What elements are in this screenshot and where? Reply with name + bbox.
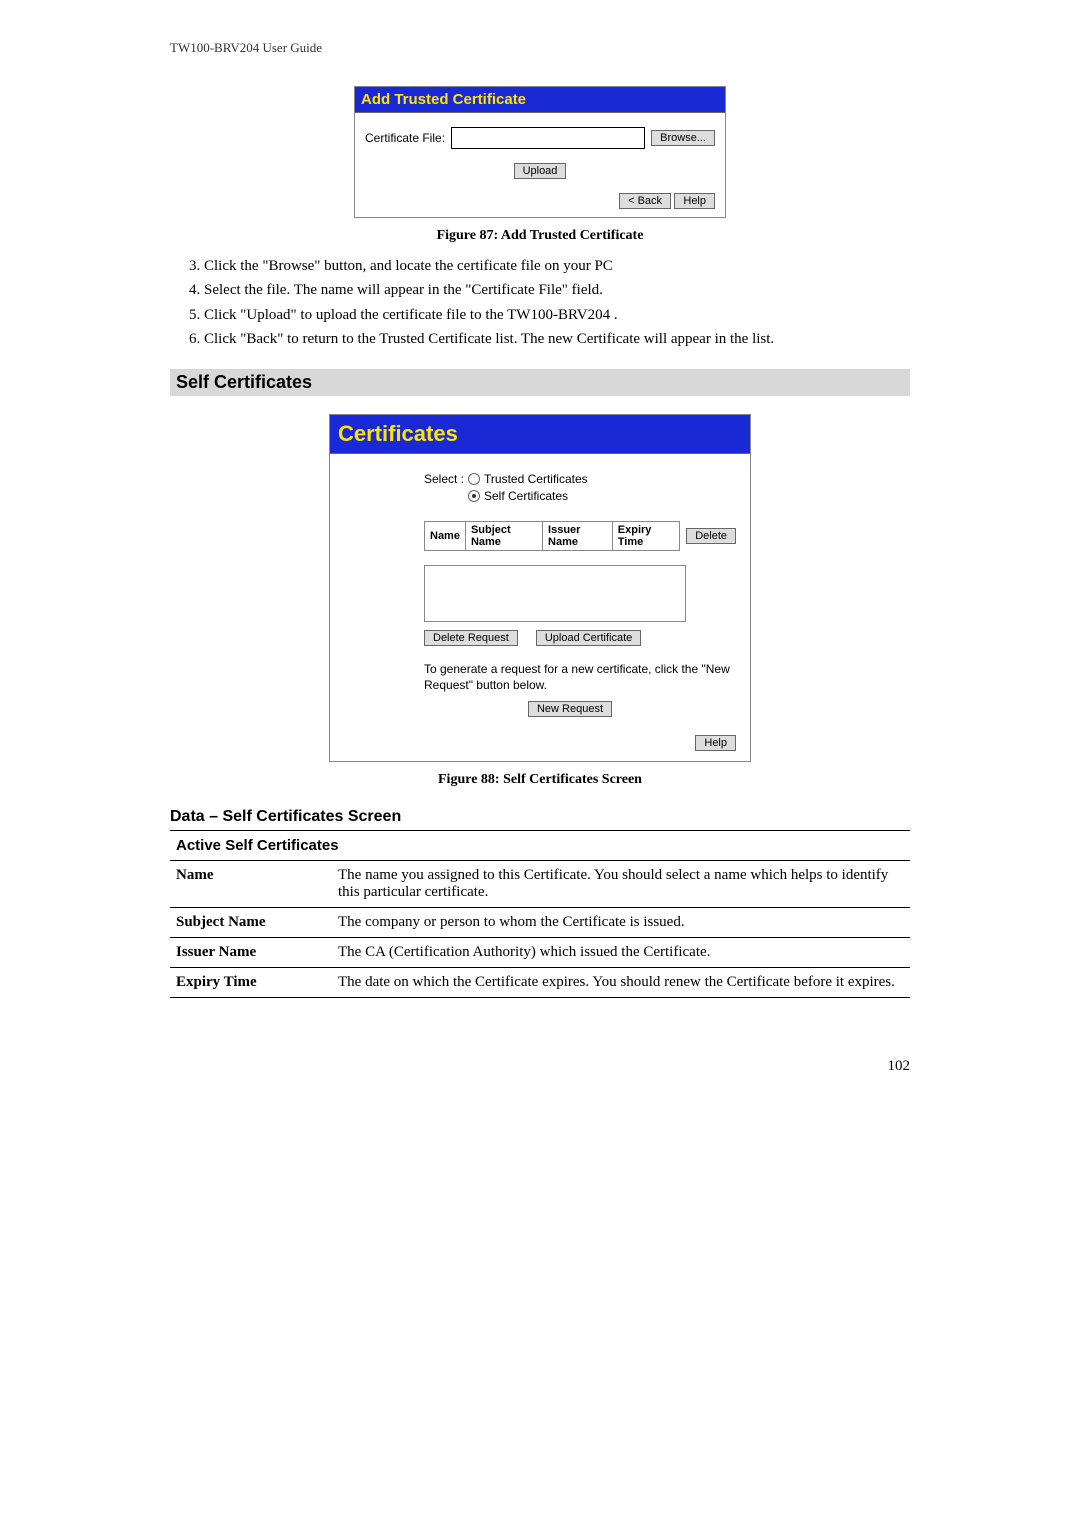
fig87-caption: Figure 87: Add Trusted Certificate — [170, 228, 910, 244]
radio-self[interactable] — [468, 490, 480, 502]
row-desc: The date on which the Certificate expire… — [332, 968, 910, 998]
col-name: Name — [425, 522, 466, 551]
instruction-list: Click the "Browse" button, and locate th… — [176, 256, 910, 349]
delete-request-button[interactable]: Delete Request — [424, 630, 518, 646]
instruction-step: Click "Back" to return to the Trusted Ce… — [204, 329, 910, 349]
page-number: 102 — [170, 1058, 910, 1075]
help-button-fig88[interactable]: Help — [695, 735, 736, 751]
row-label: Subject Name — [170, 908, 332, 938]
data-table: Active Self Certificates Name The name y… — [170, 830, 910, 998]
row-desc: The CA (Certification Authority) which i… — [332, 938, 910, 968]
fig87-title: Add Trusted Certificate — [355, 87, 725, 113]
select-label: Select : — [424, 472, 464, 486]
instruction-step: Click the "Browse" button, and locate th… — [204, 256, 910, 276]
radio-trusted-label: Trusted Certificates — [484, 472, 588, 486]
certificates-table: Name Subject Name Issuer Name Expiry Tim… — [424, 521, 680, 551]
doc-header: TW100-BRV204 User Guide — [170, 40, 910, 56]
help-button[interactable]: Help — [674, 193, 715, 209]
certificate-file-input[interactable] — [451, 127, 645, 149]
fig87-panel: Add Trusted Certificate Certificate File… — [354, 86, 726, 218]
generate-request-text: To generate a request for a new certific… — [424, 662, 736, 693]
upload-certificate-button[interactable]: Upload Certificate — [536, 630, 641, 646]
col-expiry: Expiry Time — [612, 522, 679, 551]
new-request-button[interactable]: New Request — [528, 701, 612, 717]
request-list-box[interactable] — [424, 565, 686, 622]
section-self-certificates: Self Certificates — [170, 369, 910, 396]
row-label: Expiry Time — [170, 968, 332, 998]
radio-trusted[interactable] — [468, 473, 480, 485]
fig88-caption: Figure 88: Self Certificates Screen — [170, 772, 910, 788]
fig88-panel: Certificates Select : Trusted Certificat… — [329, 414, 751, 762]
browse-button[interactable]: Browse... — [651, 130, 715, 146]
fig88-title: Certificates — [330, 415, 750, 454]
row-desc: The name you assigned to this Certificat… — [332, 861, 910, 908]
back-button[interactable]: < Back — [619, 193, 671, 209]
col-subject: Subject Name — [465, 522, 542, 551]
row-label: Issuer Name — [170, 938, 332, 968]
upload-button[interactable]: Upload — [514, 163, 567, 179]
radio-self-label: Self Certificates — [484, 489, 568, 503]
delete-button[interactable]: Delete — [686, 528, 736, 544]
instruction-step: Select the file. The name will appear in… — [204, 280, 910, 300]
row-label: Name — [170, 861, 332, 908]
instruction-step: Click "Upload" to upload the certificate… — [204, 305, 910, 325]
col-issuer: Issuer Name — [543, 522, 613, 551]
certificate-file-label: Certificate File: — [365, 131, 445, 145]
row-desc: The company or person to whom the Certif… — [332, 908, 910, 938]
data-table-heading: Data – Self Certificates Screen — [170, 808, 910, 826]
data-table-group: Active Self Certificates — [170, 831, 910, 861]
